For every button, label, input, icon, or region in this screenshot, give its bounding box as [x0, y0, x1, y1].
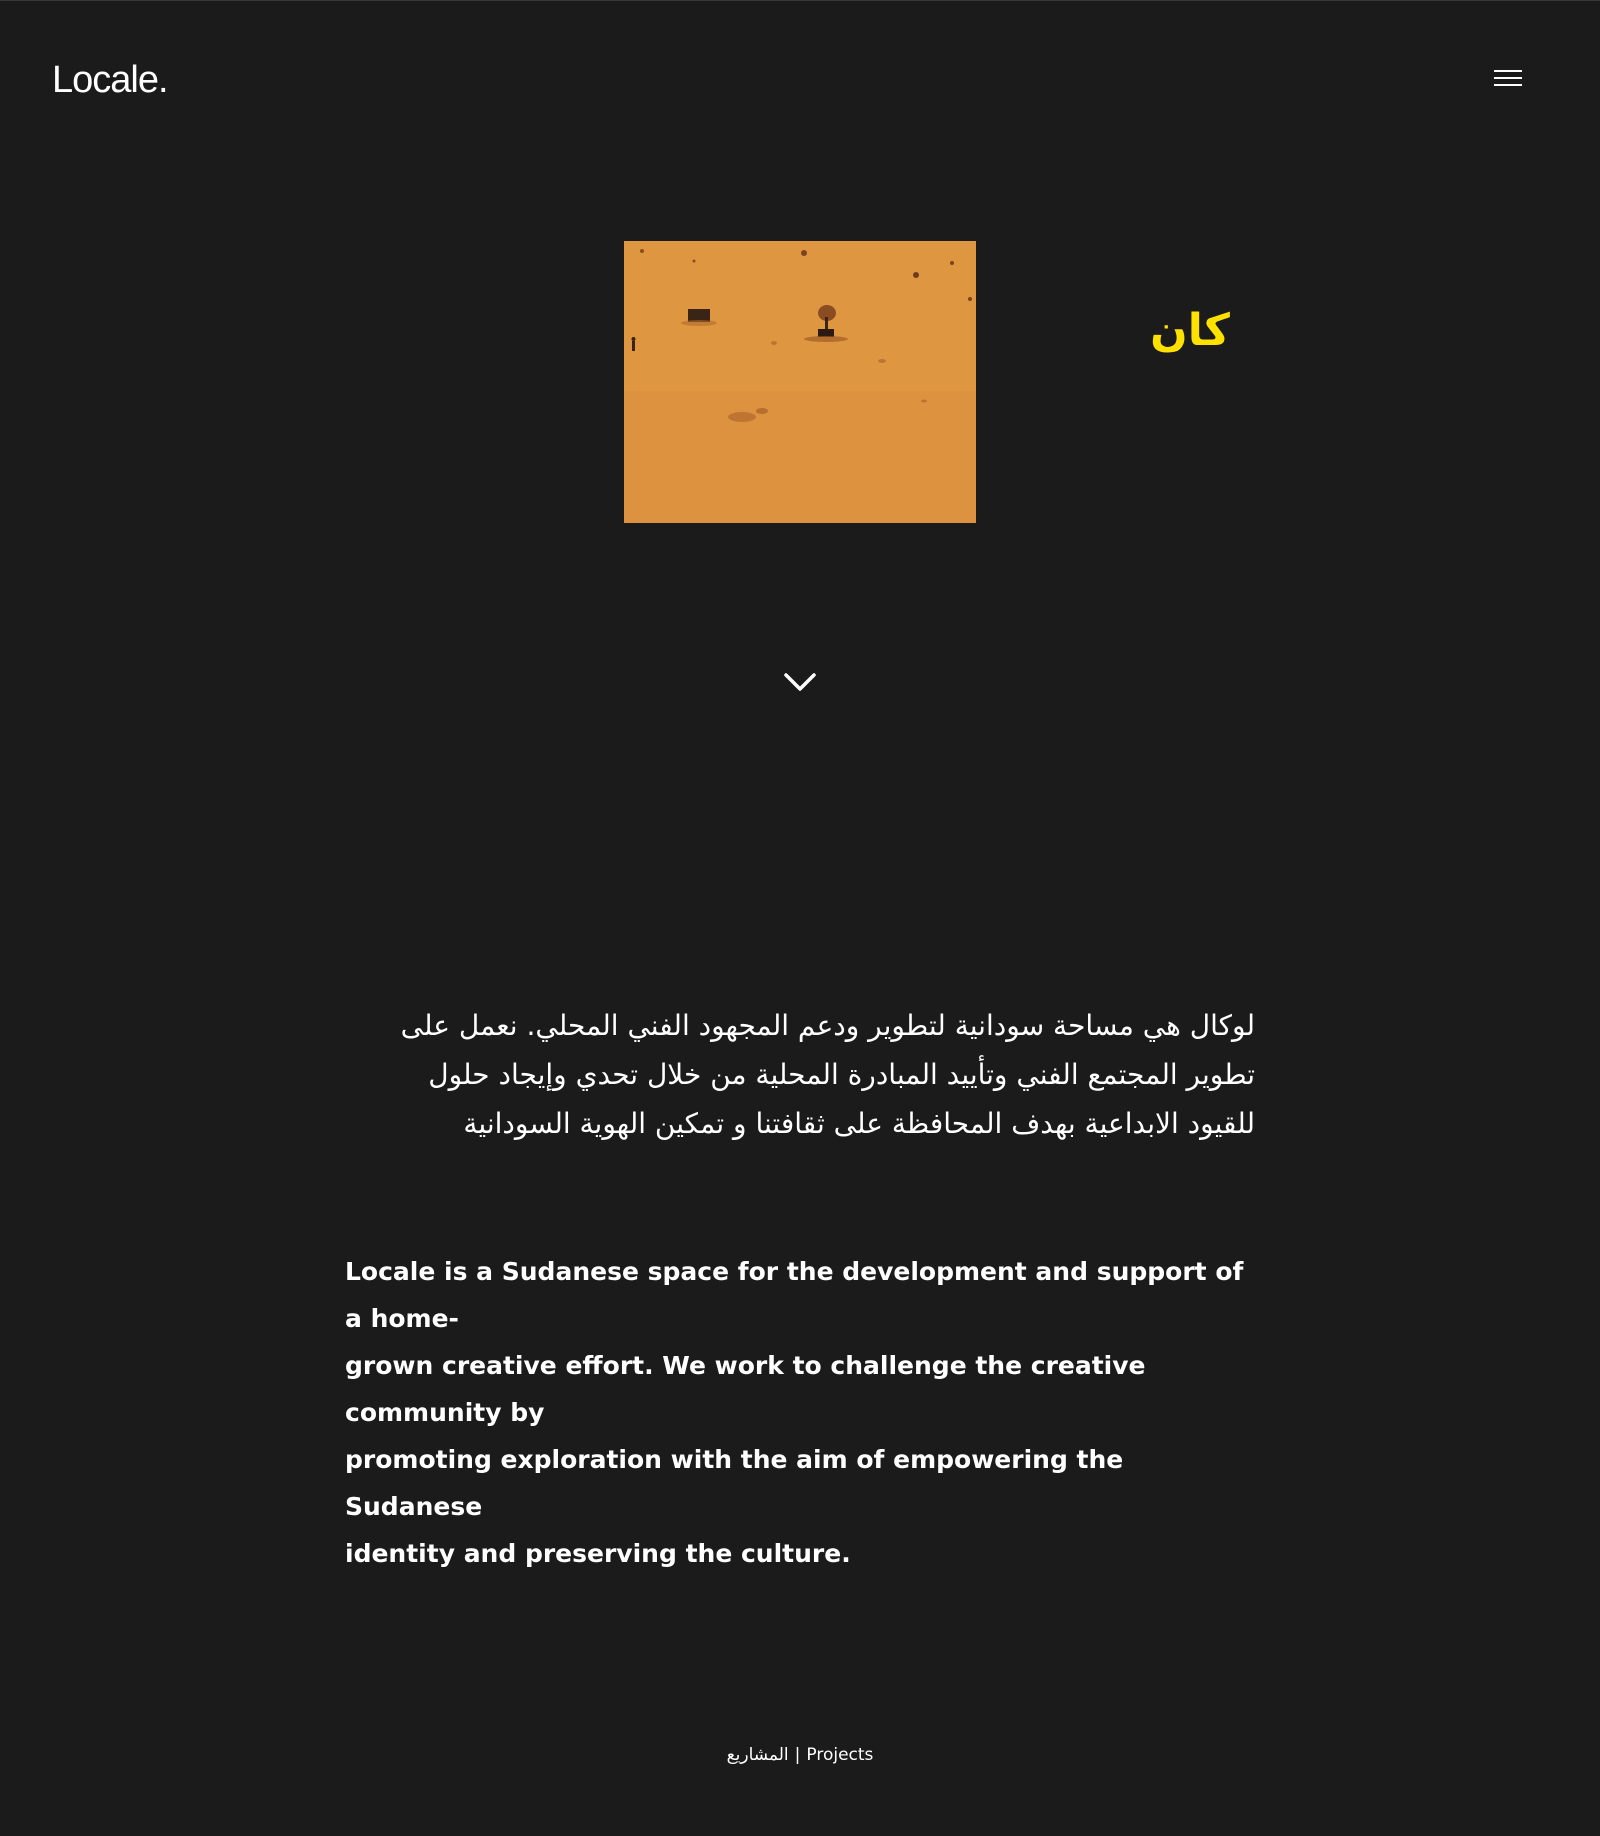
- footer-separator: |: [794, 1745, 801, 1765]
- hero-desert-image: [624, 241, 976, 523]
- arabic-intro-paragraph: لوكال هي مساحة سودانية لتطوير ودعم المجه…: [395, 1001, 1255, 1148]
- projects-link-english[interactable]: Projects: [806, 1745, 873, 1765]
- english-intro-paragraph: Locale is a Sudanese space for the devel…: [345, 1248, 1255, 1577]
- english-intro-line: grown creative effort. We work to challe…: [345, 1351, 1146, 1427]
- hamburger-menu-icon[interactable]: [1494, 67, 1524, 89]
- english-intro-line: Locale is a Sudanese space for the devel…: [345, 1257, 1244, 1333]
- menu-line-bottom: [1494, 84, 1522, 86]
- arabic-intro-line: لوكال هي مساحة سودانية لتطوير ودعم المجه…: [400, 1009, 1255, 1042]
- projects-link-arabic[interactable]: المشاريع: [727, 1745, 789, 1765]
- menu-line-top: [1494, 70, 1522, 72]
- footer-projects-nav: المشاريع | Projects: [0, 1745, 1600, 1765]
- menu-line-middle: [1494, 77, 1522, 79]
- english-intro-line: promoting exploration with the aim of em…: [345, 1445, 1124, 1521]
- locale-logo[interactable]: Locale.: [52, 61, 169, 99]
- arabic-intro-line: تطوير المجتمع الفني وتأييد المبادرة المح…: [428, 1058, 1255, 1091]
- chevron-down-icon[interactable]: [782, 669, 818, 697]
- english-intro-line: identity and preserving the culture.: [345, 1539, 851, 1568]
- hero-arabic-word: كان: [1150, 305, 1230, 356]
- arabic-intro-line: للقيود الابداعية بهدف المحافظة على ثقافت…: [463, 1107, 1255, 1140]
- desert-photo-illustration: [624, 241, 976, 523]
